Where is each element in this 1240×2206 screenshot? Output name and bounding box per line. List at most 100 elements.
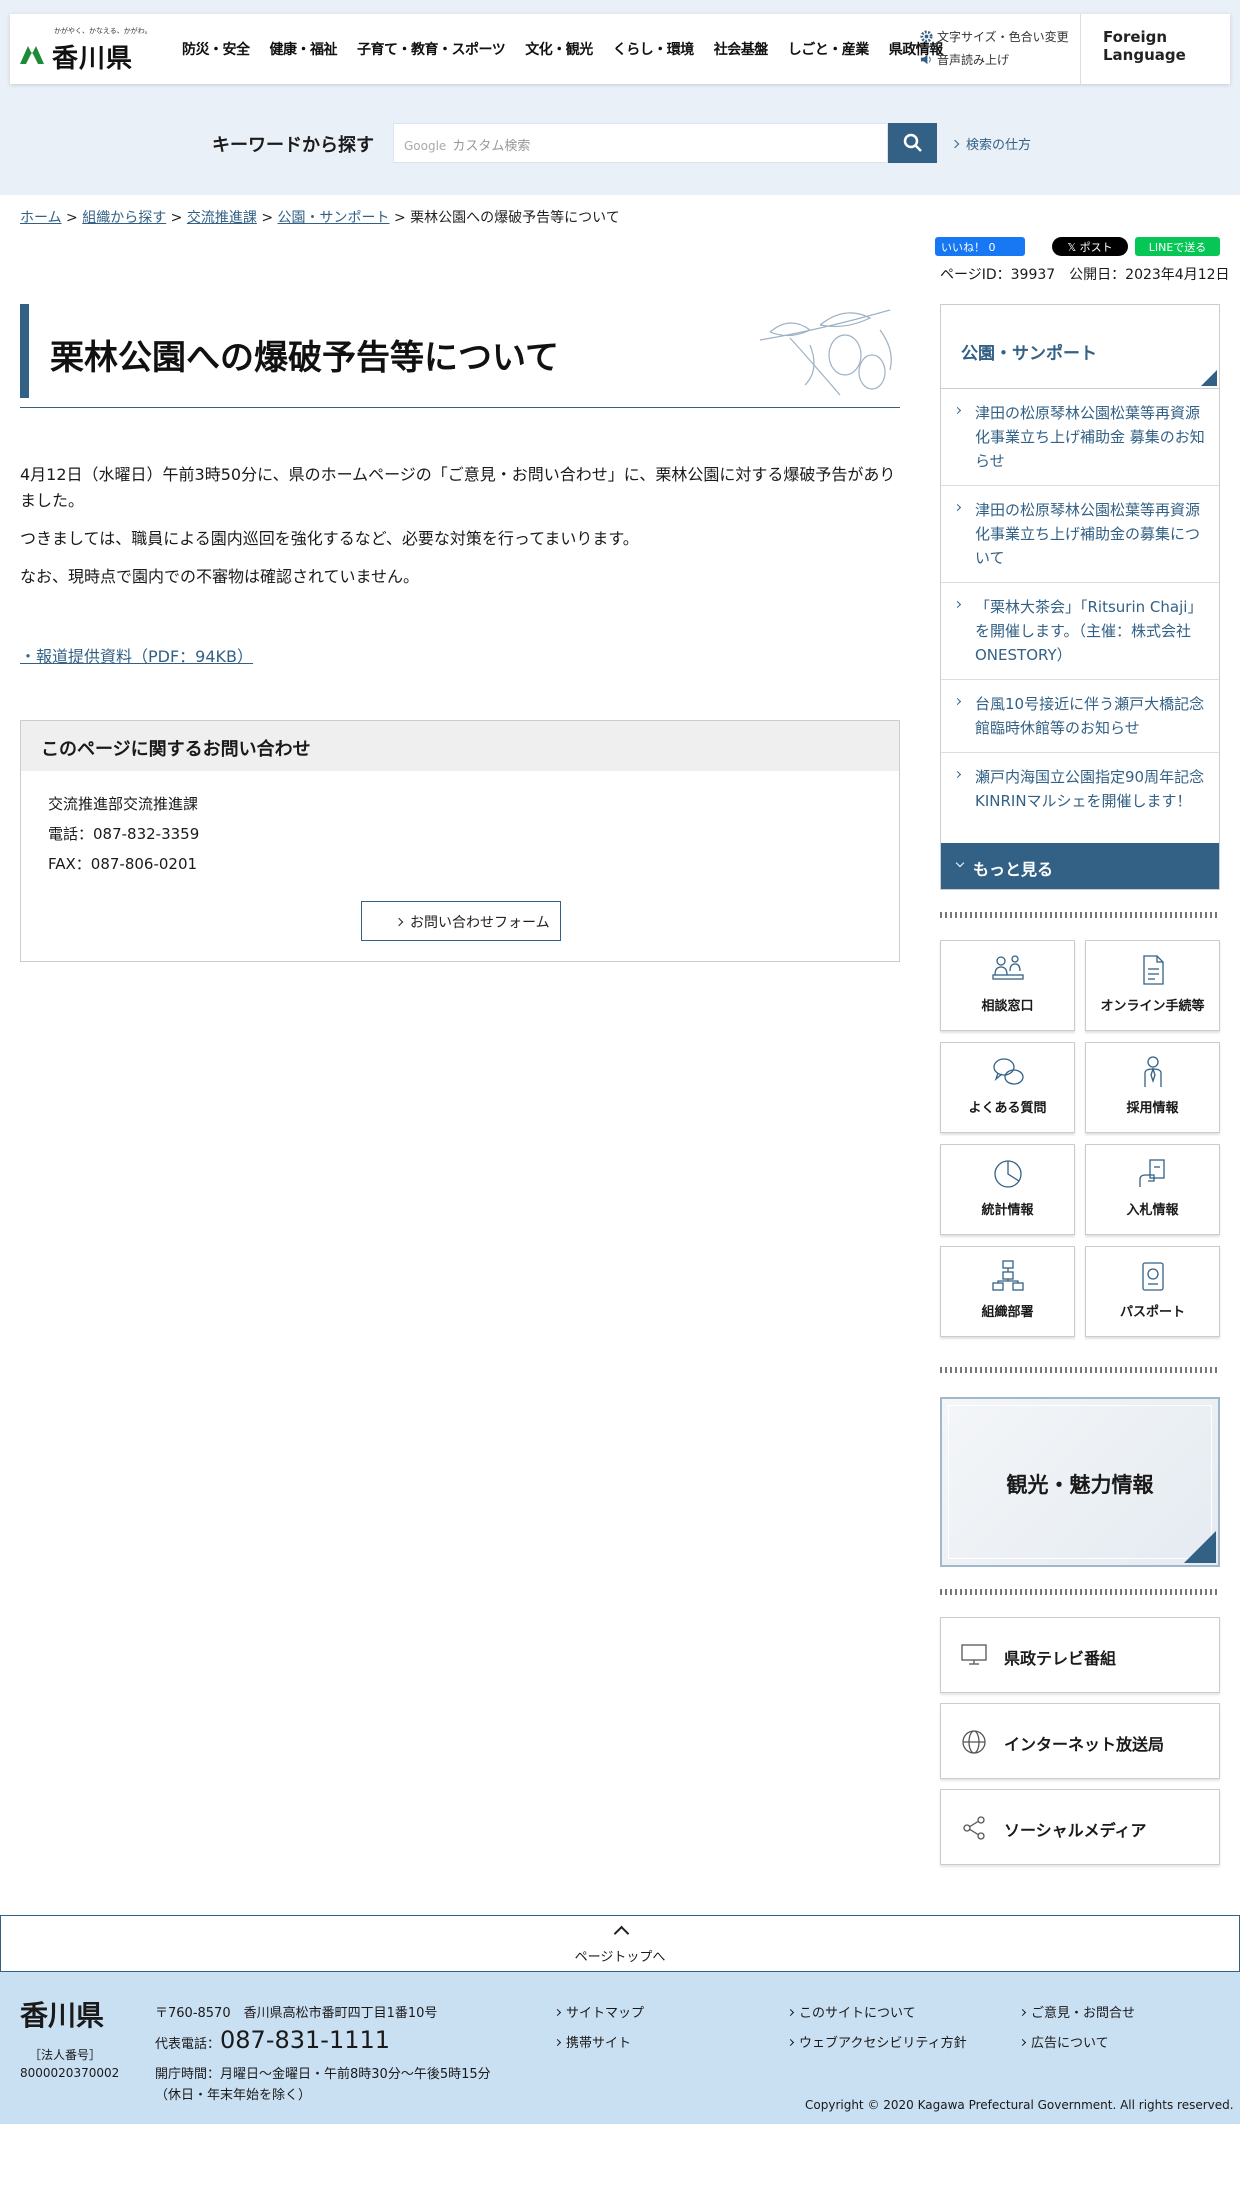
page-meta: ページID：39937 公開日：2023年4月12日 bbox=[940, 264, 1230, 284]
tv-program-label: 県政テレビ番組 bbox=[1004, 1649, 1117, 1668]
tile-consultation[interactable]: 相談窓口 bbox=[940, 940, 1075, 1031]
footer-link-label: 広告について bbox=[1031, 2036, 1109, 2051]
site-logo[interactable]: かがやく、かなえる、かがわ。 香川県 bbox=[18, 26, 152, 74]
breadcrumb-home[interactable]: ホーム bbox=[20, 210, 62, 226]
sidebar-item[interactable]: 津田の松原琴林公園松葉等再資源化事業立ち上げ補助金の募集について bbox=[941, 486, 1219, 583]
footer-link-ads[interactable]: 広告について bbox=[1018, 2032, 1109, 2051]
corporate-number: ［法人番号］ 8000020370002 bbox=[20, 2046, 120, 2082]
breadcrumb-category[interactable]: 公園・サンポート bbox=[278, 210, 390, 226]
footer-name: 香川県 bbox=[20, 1999, 105, 2032]
tourism-banner-label: 観光・魅力情報 bbox=[1006, 1473, 1154, 1497]
sidebar-item[interactable]: 津田の松原琴林公園松葉等再資源化事業立ち上げ補助金 募集のお知らせ bbox=[941, 389, 1219, 486]
footer-hours-line: 開庁時間：月曜日～金曜日・午前8時30分～午後5時15分 bbox=[155, 2067, 491, 2082]
corporate-number-label: ［法人番号］ bbox=[28, 2048, 101, 2062]
foreign-language-button[interactable]: Foreign Language bbox=[1080, 14, 1230, 84]
contact-heading: このページに関するお問い合わせ bbox=[21, 721, 899, 771]
tv-program-link[interactable]: 県政テレビ番組 bbox=[940, 1617, 1220, 1693]
contact-form-button[interactable]: お問い合わせフォーム bbox=[361, 901, 561, 941]
corner-triangle-icon bbox=[1184, 1531, 1216, 1563]
voice-reading[interactable]: 音声読み上げ bbox=[920, 51, 1069, 68]
internet-broadcast-link[interactable]: インターネット放送局 bbox=[940, 1703, 1220, 1779]
pie-chart-icon bbox=[993, 1160, 1022, 1188]
font-color-setting[interactable]: 文字サイズ・色合い変更 bbox=[920, 28, 1069, 45]
chevron-right-icon bbox=[953, 600, 962, 609]
nav-item-kenko[interactable]: 健康・福祉 bbox=[260, 39, 348, 59]
tile-label: 入札情報 bbox=[1126, 1203, 1179, 1218]
global-nav: 防災・安全 健康・福祉 子育て・教育・スポーツ 文化・観光 くらし・環境 社会基… bbox=[172, 14, 953, 84]
chevron-right-icon bbox=[1018, 2038, 1027, 2047]
sidebar-item[interactable]: 台風10号接近に伴う瀬戸大橋記念館臨時休館等のお知らせ bbox=[941, 680, 1219, 753]
document-icon bbox=[1142, 955, 1164, 985]
footer-link-about[interactable]: このサイトについて bbox=[786, 2002, 916, 2021]
speech-bubbles-icon bbox=[992, 1058, 1024, 1085]
chevron-right-icon bbox=[553, 2038, 562, 2047]
footer-link-sitemap[interactable]: サイトマップ bbox=[553, 2002, 644, 2021]
dotted-divider bbox=[940, 1589, 1220, 1595]
search-help-link[interactable]: 検索の仕方 bbox=[950, 134, 1031, 153]
chevron-right-icon bbox=[394, 917, 404, 927]
nav-item-bosai[interactable]: 防災・安全 bbox=[172, 39, 260, 59]
breadcrumb-sep: > bbox=[61, 210, 83, 226]
sidebar-item-label: 瀬戸内海国立公園指定90周年記念KINRINマルシェを開催します！ bbox=[975, 768, 1205, 810]
logo-tagline: かがやく、かなえる、かがわ。 bbox=[54, 27, 152, 35]
nav-item-bunka[interactable]: 文化・観光 bbox=[515, 39, 603, 59]
google-label: Google bbox=[404, 139, 447, 153]
breadcrumb: ホーム > 組織から探す > 交流推進課 > 公園・サンポート > 栗林公園への… bbox=[20, 207, 620, 227]
speaker-icon bbox=[920, 54, 931, 65]
footer-link-label: このサイトについて bbox=[799, 2006, 916, 2021]
dotted-divider bbox=[940, 912, 1220, 918]
chevron-right-icon bbox=[553, 2008, 562, 2017]
tile-label: 組織部署 bbox=[981, 1305, 1034, 1320]
chevron-up-icon bbox=[613, 1925, 630, 1942]
line-share-button[interactable]: LINEで送る bbox=[1135, 237, 1220, 256]
chevron-right-icon bbox=[950, 139, 960, 149]
social-media-link[interactable]: ソーシャルメディア bbox=[940, 1789, 1220, 1865]
sidebar-category-menu: 公園・サンポート 津田の松原琴林公園松葉等再資源化事業立ち上げ補助金 募集のお知… bbox=[940, 304, 1220, 890]
chevron-right-icon bbox=[786, 2008, 795, 2017]
nav-item-shigoto[interactable]: しごと・産業 bbox=[778, 39, 879, 59]
sidebar-heading-label: 公園・サンポート bbox=[961, 344, 1097, 364]
search-icon bbox=[903, 133, 922, 152]
article-paragraph: なお、現時点で園内での不審物は確認されていません。 bbox=[20, 567, 420, 586]
tile-recruitment[interactable]: 採用情報 bbox=[1085, 1042, 1220, 1133]
tile-label: 相談窓口 bbox=[981, 999, 1034, 1014]
tile-statistics[interactable]: 統計情報 bbox=[940, 1144, 1075, 1235]
facebook-like-button[interactable]: いいね！ 0 bbox=[935, 237, 1025, 256]
tile-organization[interactable]: 組織部署 bbox=[940, 1246, 1075, 1337]
sidebar-item[interactable]: 瀬戸内海国立公園指定90周年記念KINRINマルシェを開催します！ bbox=[941, 753, 1219, 825]
nav-item-shakai[interactable]: 社会基盤 bbox=[704, 39, 778, 59]
tile-faq[interactable]: よくある質問 bbox=[940, 1042, 1075, 1133]
nav-item-kosodate[interactable]: 子育て・教育・スポーツ bbox=[347, 39, 515, 59]
search-input[interactable]: Google カスタム検索 bbox=[393, 123, 888, 163]
tile-online-procedures[interactable]: オンライン手続等 bbox=[1085, 940, 1220, 1031]
breadcrumb-sep: > bbox=[389, 210, 411, 226]
breadcrumb-organization[interactable]: 組織から探す bbox=[82, 210, 166, 226]
sidebar-heading[interactable]: 公園・サンポート bbox=[941, 305, 1219, 389]
tile-bidding[interactable]: 入札情報 bbox=[1085, 1144, 1220, 1235]
page-top-button[interactable]: ページトップへ bbox=[0, 1915, 1240, 1972]
search-button[interactable] bbox=[888, 123, 937, 163]
sidebar-item-label: 台風10号接近に伴う瀬戸大橋記念館臨時休館等のお知らせ bbox=[975, 695, 1205, 737]
corporate-number-value: 8000020370002 bbox=[20, 2066, 120, 2080]
chevron-right-icon bbox=[1018, 2008, 1027, 2017]
passport-icon bbox=[1141, 1262, 1164, 1291]
more-button[interactable]: もっと見る bbox=[941, 843, 1219, 889]
tile-passport[interactable]: パスポート bbox=[1085, 1246, 1220, 1337]
footer-link-accessibility[interactable]: ウェブアクセシビリティ方針 bbox=[786, 2032, 967, 2051]
x-post-label: ポスト bbox=[1079, 241, 1113, 254]
sidebar-item[interactable]: 「栗林大茶会」「Ritsurin Chaji」 を開催します。（主催：株式会社O… bbox=[941, 583, 1219, 680]
chevron-right-icon bbox=[953, 770, 962, 779]
footer-link-label: 携帯サイト bbox=[566, 2036, 632, 2051]
site-footer: 香川県 ［法人番号］ 8000020370002 〒760-8570 香川県高松… bbox=[0, 1972, 1240, 2124]
tourism-banner[interactable]: 観光・魅力情報 bbox=[940, 1397, 1220, 1567]
nav-item-kurashi[interactable]: くらし・環境 bbox=[603, 39, 704, 59]
tile-label: 統計情報 bbox=[981, 1203, 1034, 1218]
press-release-pdf-link[interactable]: ・報道提供資料（PDF：94KB） bbox=[20, 643, 253, 667]
x-post-button[interactable]: 𝕏 ポスト bbox=[1052, 237, 1128, 256]
footer-link-mobile[interactable]: 携帯サイト bbox=[553, 2032, 632, 2051]
footer-link-label: ご意見・お問合せ bbox=[1031, 2006, 1136, 2021]
page-id: ページID：39937 bbox=[940, 267, 1056, 283]
bid-hand-icon bbox=[1138, 1159, 1165, 1187]
breadcrumb-dept[interactable]: 交流推進課 bbox=[187, 210, 257, 226]
footer-link-contact[interactable]: ご意見・お問合せ bbox=[1018, 2002, 1136, 2021]
